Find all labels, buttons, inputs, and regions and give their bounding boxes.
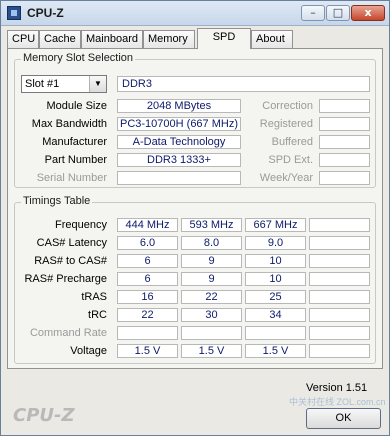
timing-row-label: Voltage bbox=[70, 345, 107, 357]
timing-cell bbox=[309, 272, 370, 286]
timing-row-label: Frequency bbox=[55, 219, 107, 231]
serial-number-label: Serial Number bbox=[36, 172, 107, 184]
timing-cell: 25 bbox=[245, 290, 306, 304]
timing-cell: 593 MHz bbox=[181, 218, 242, 232]
timing-cell: 9 bbox=[181, 272, 242, 286]
timing-cell: 444 MHz bbox=[117, 218, 178, 232]
timing-cell: 667 MHz bbox=[245, 218, 306, 232]
week-year-label: Week/Year bbox=[259, 172, 313, 184]
chevron-down-icon[interactable]: ▼ bbox=[89, 76, 106, 92]
tab-about[interactable]: About bbox=[251, 30, 293, 48]
serial-number-value bbox=[117, 171, 241, 185]
timing-cell: 16 bbox=[117, 290, 178, 304]
cpuz-app-icon bbox=[7, 6, 21, 20]
tab-cpu[interactable]: CPU bbox=[7, 30, 39, 48]
timing-cell: 10 bbox=[245, 254, 306, 268]
part-number-label: Part Number bbox=[44, 154, 107, 166]
timing-row-label: RAS# Precharge bbox=[24, 273, 107, 285]
slot-select[interactable]: Slot #1 ▼ bbox=[21, 75, 107, 93]
part-number-value: DDR3 1333+ bbox=[117, 153, 241, 167]
timing-row-label: tRAS bbox=[81, 291, 107, 303]
maximize-button[interactable]: □ bbox=[326, 5, 350, 21]
buffered-label: Buffered bbox=[271, 136, 313, 148]
module-size-label: Module Size bbox=[46, 100, 107, 112]
timing-cell bbox=[117, 326, 178, 340]
cpuz-logo: CPU-Z bbox=[13, 405, 75, 426]
memory-slot-group-label: Memory Slot Selection bbox=[21, 52, 136, 64]
manufacturer-value: A-Data Technology bbox=[117, 135, 241, 149]
timing-cell: 22 bbox=[181, 290, 242, 304]
registered-label: Registered bbox=[259, 118, 313, 130]
spd-panel: Memory Slot Selection Slot #1 ▼ DDR3 Mod… bbox=[7, 48, 383, 369]
close-button[interactable]: x bbox=[351, 5, 385, 21]
spd-ext-label: SPD Ext. bbox=[268, 154, 313, 166]
timing-cell: 1.5 V bbox=[181, 344, 242, 358]
window-title: CPU-Z bbox=[27, 6, 64, 20]
minimize-button[interactable]: – bbox=[301, 5, 325, 21]
timing-cell: 6 bbox=[117, 272, 178, 286]
timing-cell bbox=[309, 290, 370, 304]
tab-mainboard[interactable]: Mainboard bbox=[81, 30, 143, 48]
module-size-value: 2048 MBytes bbox=[117, 99, 241, 113]
version-label: Version 1.51 bbox=[306, 382, 368, 394]
ok-button[interactable]: OK bbox=[306, 408, 381, 429]
title-bar[interactable]: CPU-Z – □ x bbox=[1, 1, 389, 26]
timing-cell: 1.5 V bbox=[245, 344, 306, 358]
timing-row-label: Command Rate bbox=[29, 327, 107, 339]
timing-cell bbox=[309, 218, 370, 232]
week-year-value bbox=[319, 171, 370, 185]
buffered-value bbox=[319, 135, 370, 149]
timing-cell: 10 bbox=[245, 272, 306, 286]
timing-cell: 22 bbox=[117, 308, 178, 322]
tab-memory[interactable]: Memory bbox=[143, 30, 195, 48]
timing-cell bbox=[245, 326, 306, 340]
timing-cell: 6.0 bbox=[117, 236, 178, 250]
timing-cell bbox=[309, 236, 370, 250]
timing-cell bbox=[309, 308, 370, 322]
timing-cell: 6 bbox=[117, 254, 178, 268]
correction-label: Correction bbox=[262, 100, 313, 112]
timing-cell: 30 bbox=[181, 308, 242, 322]
timing-cell: 34 bbox=[245, 308, 306, 322]
max-bandwidth-value: PC3-10700H (667 MHz) bbox=[117, 117, 241, 131]
memory-slot-group: Memory Slot Selection Slot #1 ▼ DDR3 Mod… bbox=[14, 52, 376, 188]
timing-row-label: CAS# Latency bbox=[36, 237, 107, 249]
registered-value bbox=[319, 117, 370, 131]
spd-ext-value bbox=[319, 153, 370, 167]
memory-type-field: DDR3 bbox=[117, 76, 370, 92]
slot-select-value: Slot #1 bbox=[25, 78, 60, 90]
timing-cell: 9 bbox=[181, 254, 242, 268]
timing-cell: 8.0 bbox=[181, 236, 242, 250]
tab-cache[interactable]: Cache bbox=[39, 30, 81, 48]
watermark: 中关村在线 ZOL.com.cn bbox=[289, 397, 386, 407]
timing-cell: 9.0 bbox=[245, 236, 306, 250]
timing-row-label: tRC bbox=[88, 309, 107, 321]
timing-cell bbox=[181, 326, 242, 340]
correction-value bbox=[319, 99, 370, 113]
cpuz-window: CPU-Z – □ x CPU Cache Mainboard Memory S… bbox=[0, 0, 390, 436]
timing-row-label: RAS# to CAS# bbox=[34, 255, 107, 267]
manufacturer-label: Manufacturer bbox=[42, 136, 107, 148]
timings-table-group-label: Timings Table bbox=[21, 195, 93, 207]
timing-cell bbox=[309, 254, 370, 268]
tab-spd[interactable]: SPD bbox=[197, 28, 251, 49]
timings-table-group: Timings Table Frequency 444 MHz 593 MHz 667… bbox=[14, 195, 376, 364]
timing-cell: 1.5 V bbox=[117, 344, 178, 358]
timing-cell bbox=[309, 326, 370, 340]
max-bandwidth-label: Max Bandwidth bbox=[31, 118, 107, 130]
timing-cell bbox=[309, 344, 370, 358]
